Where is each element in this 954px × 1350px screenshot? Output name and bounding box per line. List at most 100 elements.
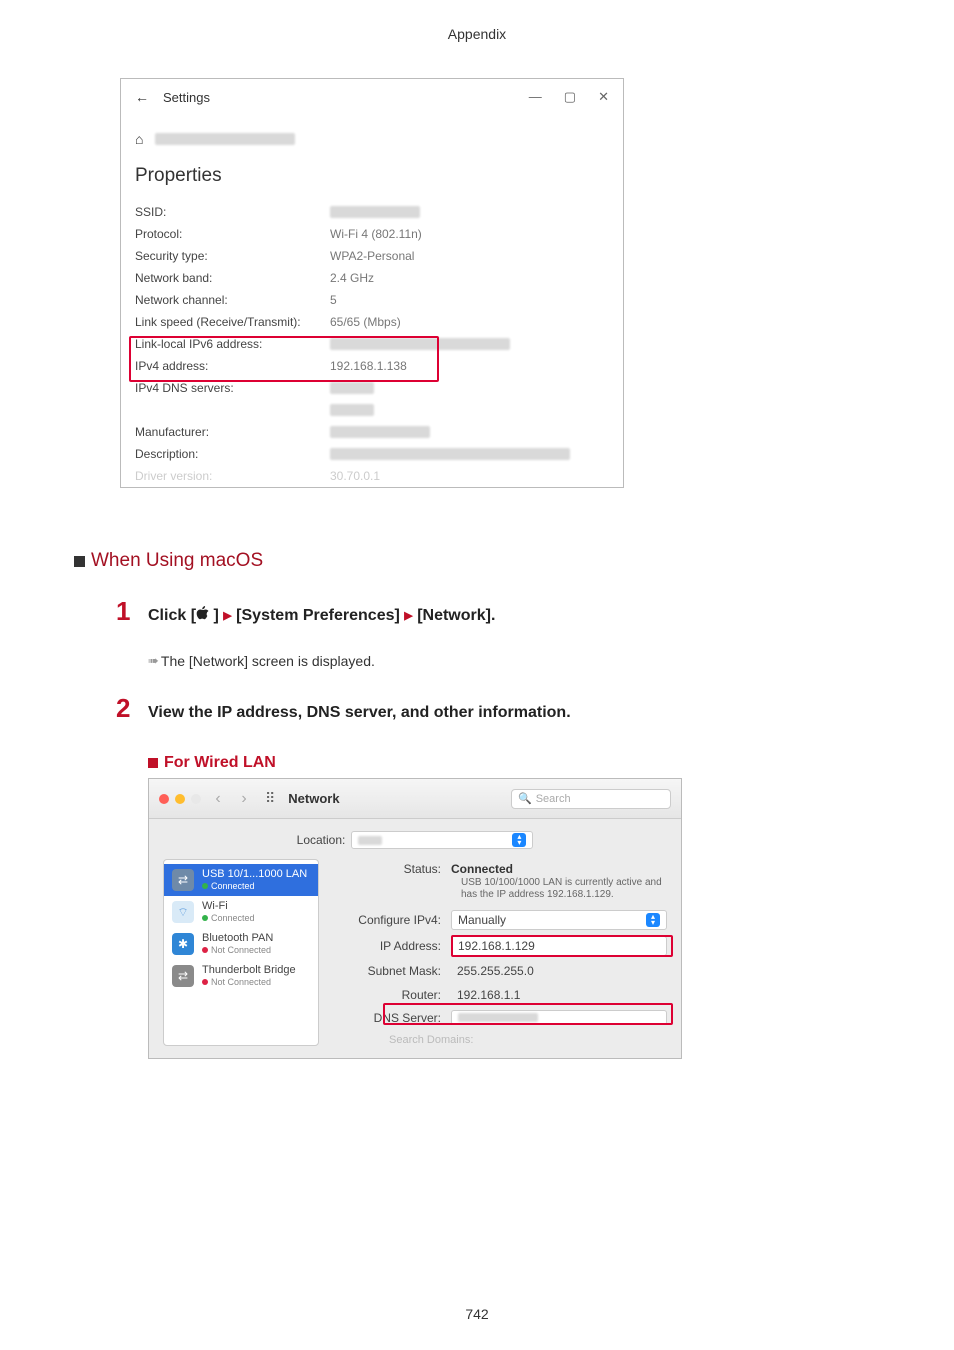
band-label: Network band:: [135, 271, 330, 285]
mask-value: 255.255.255.0: [451, 962, 667, 980]
description-value-blurred: [330, 448, 570, 460]
home-icon[interactable]: ⌂: [135, 131, 143, 147]
ipv4-label: IPv4 address:: [135, 359, 330, 373]
configure-value: Manually: [458, 913, 506, 927]
ipv6-label: Link-local IPv6 address:: [135, 337, 330, 351]
blurred-text: [155, 133, 295, 145]
nav-forward-icon[interactable]: ›: [235, 790, 253, 808]
step-2-text: View the IP address, DNS server, and oth…: [148, 704, 571, 722]
sidebar-item-status: Not Connected: [211, 944, 271, 956]
sidebar-item-label: Wi-Fi: [202, 900, 255, 912]
dns-label: IPv4 DNS servers:: [135, 381, 330, 395]
manufacturer-value-blurred: [330, 426, 430, 438]
manufacturer-label: Manufacturer:: [135, 425, 330, 439]
note-text: The [Network] screen is displayed.: [161, 653, 375, 669]
page-header: Appendix: [0, 0, 954, 42]
macos-section-heading: When Using macOS: [74, 550, 880, 572]
sidebar-item-status: Not Connected: [211, 976, 271, 988]
wifi-icon: ⌔: [172, 901, 194, 923]
mac-window-title: Network: [288, 791, 339, 806]
ip-field[interactable]: 192.168.1.129: [451, 936, 667, 956]
sidebar-item-status: Connected: [211, 912, 255, 924]
dns-field[interactable]: [451, 1010, 667, 1025]
select-arrows-icon: ▴▾: [646, 913, 660, 927]
grid-icon[interactable]: ⠿: [265, 790, 274, 807]
linkspeed-label: Link speed (Receive/Transmit):: [135, 315, 330, 329]
sidebar-item-usb-lan[interactable]: ⇄ USB 10/1...1000 LANConnected: [164, 864, 318, 896]
dnsserver-label: DNS Server:: [333, 1011, 451, 1025]
channel-value: 5: [330, 293, 337, 307]
interface-details: Status:Connected USB 10/100/1000 LAN is …: [333, 859, 667, 1046]
wired-lan-heading: For Wired LAN: [148, 754, 880, 772]
back-icon[interactable]: ←: [135, 89, 149, 105]
protocol-label: Protocol:: [135, 227, 330, 241]
status-dot-icon: [202, 915, 208, 921]
sidebar-item-label: Bluetooth PAN: [202, 932, 273, 944]
step-2: 2 View the IP address, DNS server, and o…: [116, 693, 880, 724]
step-1: 1 Click [ ] ▶ [System Preferences] ▶ [Ne…: [116, 596, 880, 627]
zoom-dot-icon[interactable]: [191, 794, 201, 804]
description-label: Description:: [135, 447, 330, 461]
search-placeholder: Search: [536, 793, 571, 805]
security-label: Security type:: [135, 249, 330, 263]
minimize-dot-icon[interactable]: [175, 794, 185, 804]
security-value: WPA2-Personal: [330, 249, 414, 263]
window-title: Settings: [163, 90, 210, 105]
sidebar-item-thunderbolt[interactable]: ⇄ Thunderbolt BridgeNot Connected: [164, 960, 318, 992]
ipv6-value-blurred: [330, 338, 510, 350]
properties-heading: Properties: [135, 165, 609, 187]
nav-back-icon[interactable]: ‹: [209, 790, 227, 808]
macos-network-panel: ‹ › ⠿ Network 🔍 Search Location: ▴▾ ⇄ US…: [148, 778, 682, 1059]
status-value: Connected: [451, 862, 667, 876]
band-value: 2.4 GHz: [330, 271, 374, 285]
search-input[interactable]: 🔍 Search: [511, 789, 671, 809]
ssid-label: SSID:: [135, 205, 330, 219]
minimize-icon[interactable]: —: [529, 89, 542, 105]
step-1-note: ➠ The [Network] screen is displayed.: [148, 653, 880, 669]
window-titlebar: ← Settings — ▢ ✕: [135, 85, 609, 109]
router-label: Router:: [333, 988, 451, 1002]
location-value-blurred: [358, 836, 382, 845]
step-number-2: 2: [116, 693, 134, 724]
step-1-text: Click [ ] ▶ [System Preferences] ▶ [Netw…: [148, 606, 495, 625]
page-number: 742: [0, 1306, 954, 1322]
ssid-value-blurred: [330, 206, 420, 218]
sidebar-item-wifi[interactable]: ⌔ Wi-FiConnected: [164, 896, 318, 928]
status-dot-icon: [202, 883, 208, 889]
step-number-1: 1: [116, 596, 134, 627]
thunderbolt-icon: ⇄: [172, 965, 194, 987]
location-row: Location: ▴▾: [149, 819, 681, 859]
status-dot-icon: [202, 979, 208, 985]
location-select[interactable]: ▴▾: [351, 831, 533, 849]
close-icon[interactable]: ✕: [598, 89, 609, 105]
driver-value: 30.70.0.1: [330, 469, 380, 483]
configure-select[interactable]: Manually ▴▾: [451, 910, 667, 930]
ipv4-value: 192.168.1.138: [330, 359, 407, 373]
linkspeed-value: 65/65 (Mbps): [330, 315, 401, 329]
select-arrows-icon: ▴▾: [512, 833, 526, 847]
ip-label: IP Address:: [333, 939, 451, 953]
search-icon: 🔍: [518, 792, 532, 805]
content-area: ← Settings — ▢ ✕ ⌂ Properties SSID: Prot…: [0, 42, 954, 1059]
close-dot-icon[interactable]: [159, 794, 169, 804]
sidebar-item-bluetooth[interactable]: ✱ Bluetooth PANNot Connected: [164, 928, 318, 960]
search-domains-label: Search Domains:: [389, 1034, 667, 1046]
status-dot-icon: [202, 947, 208, 953]
macos-heading-text: When Using macOS: [91, 550, 263, 572]
maximize-icon[interactable]: ▢: [564, 89, 576, 105]
triangle-icon: ▶: [223, 610, 231, 622]
mac-toolbar: ‹ › ⠿ Network 🔍 Search: [149, 779, 681, 819]
bullet-square-icon: [74, 556, 85, 567]
status-description: USB 10/100/1000 LAN is currently active …: [461, 877, 667, 901]
apple-logo-icon: [196, 606, 209, 621]
bluetooth-icon: ✱: [172, 933, 194, 955]
status-label: Status:: [333, 862, 451, 876]
red-square-icon: [148, 758, 158, 768]
dns-value-blurred: [330, 382, 374, 394]
wired-lan-text: For Wired LAN: [164, 754, 276, 772]
channel-label: Network channel:: [135, 293, 330, 307]
triangle-icon: ▶: [404, 610, 412, 622]
ethernet-icon: ⇄: [172, 869, 194, 891]
mask-label: Subnet Mask:: [333, 964, 451, 978]
result-arrow-icon: ➠: [148, 653, 157, 669]
